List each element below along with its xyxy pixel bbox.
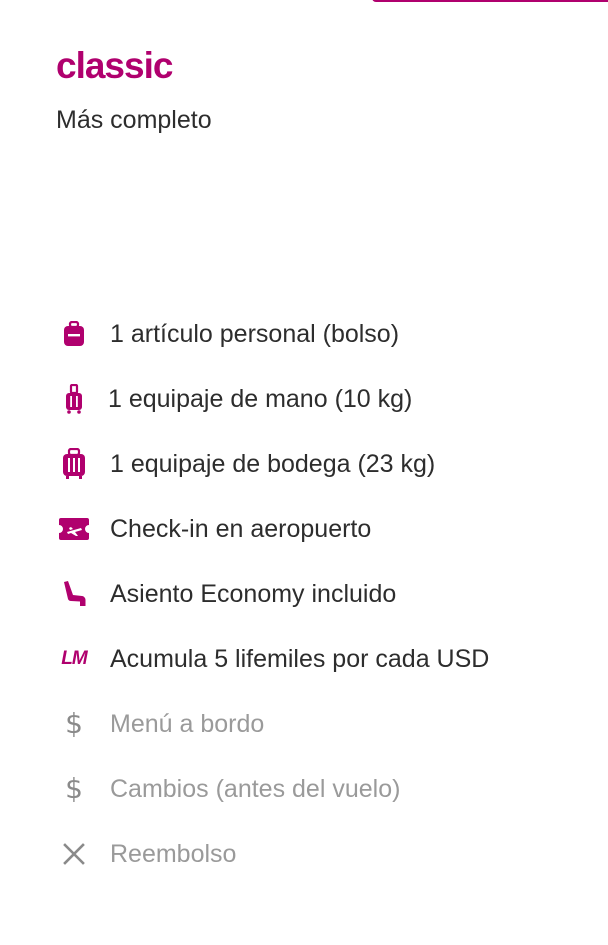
benefit-label: Check-in en aeropuerto [110,514,372,543]
benefit-label: Reembolso [110,839,237,868]
dollar-icon: $ [65,707,83,740]
benefit-menu: $ Menú a bordo [56,691,489,756]
benefits-list: 1 artículo personal (bolso) 1 equipaje d… [56,301,489,886]
dollar-icon: $ [65,772,83,805]
selected-card-accent [372,0,608,2]
fare-title: classic [56,45,173,86]
benefit-label: Asiento Economy incluido [110,579,397,608]
checked-luggage-icon [56,446,92,482]
benefit-label: Menú a bordo [110,709,265,738]
benefit-refund: Reembolso [56,821,489,886]
benefit-label: Acumula 5 lifemiles por cada USD [110,644,490,673]
lifemiles-logo: LM [61,647,87,669]
backpack-icon [56,316,92,352]
benefit-lifemiles: LM Acumula 5 lifemiles por cada USD [56,626,489,691]
benefit-checked-bag: 1 equipaje de bodega (23 kg) [56,431,489,496]
seat-icon [56,576,92,612]
benefit-seat: Asiento Economy incluido [56,561,489,626]
benefit-personal-item: 1 artículo personal (bolso) [56,301,489,366]
boarding-pass-icon [56,511,92,547]
fare-subtitle: Más completo [56,106,212,134]
benefit-label: Cambios (antes del vuelo) [110,774,401,803]
close-icon [56,836,92,872]
carry-on-suitcase-icon [56,381,92,417]
benefit-label: 1 equipaje de mano (10 kg) [108,384,413,413]
benefit-changes: $ Cambios (antes del vuelo) [56,756,489,821]
lifemiles-icon: LM [56,641,92,677]
benefit-carry-on: 1 equipaje de mano (10 kg) [56,366,489,431]
benefit-label: 1 artículo personal (bolso) [110,319,400,348]
benefit-check-in: Check-in en aeropuerto [56,496,489,561]
benefit-label: 1 equipaje de bodega (23 kg) [110,449,436,478]
